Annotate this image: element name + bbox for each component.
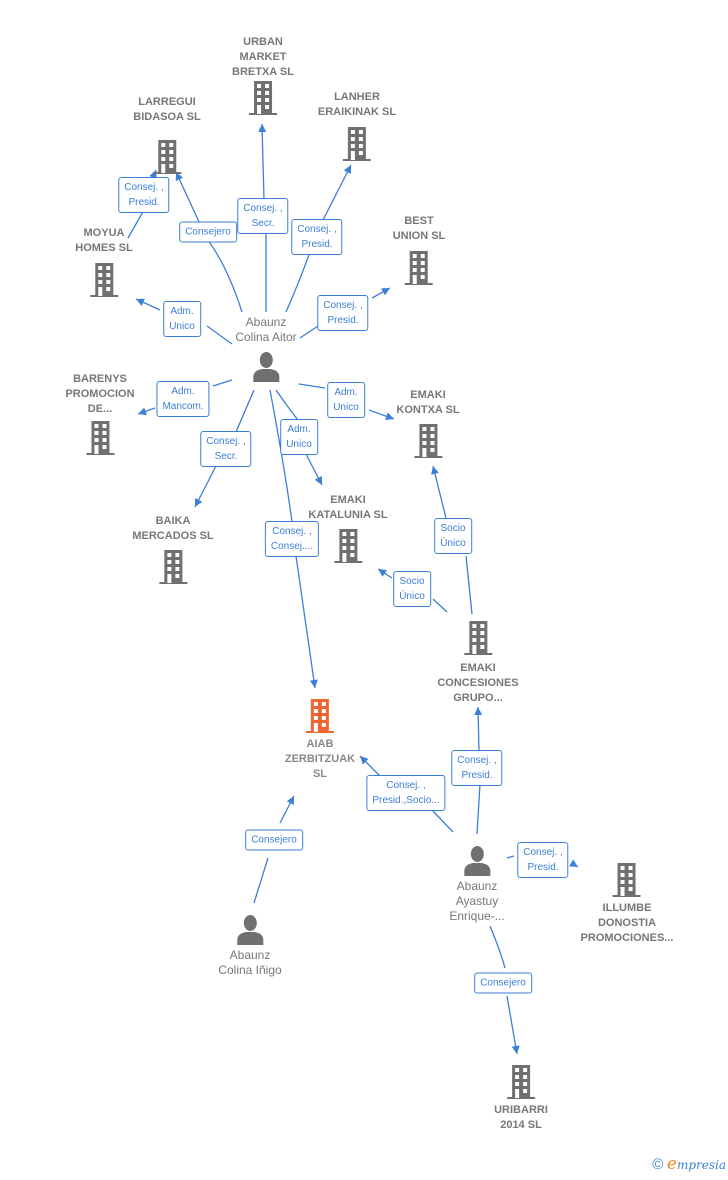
building-icon: [153, 140, 181, 174]
node-label: EMAKI KATALUNIA SL: [308, 494, 388, 521]
node-urban-market-bretxa[interactable]: URBAN MARKET BRETXA SL: [232, 35, 294, 116]
node-label: MOYUA HOMES SL: [75, 227, 133, 254]
building-icon: [86, 421, 114, 455]
edge-label[interactable]: Consej. , Presid.: [291, 219, 343, 255]
edge-label[interactable]: Consej. , Consej....: [264, 521, 320, 557]
edge-label[interactable]: Adm. Unico: [327, 382, 365, 418]
brand-initial: e: [666, 1154, 677, 1174]
edge-label[interactable]: Consejero: [245, 829, 303, 851]
node-moyua-homes[interactable]: MOYUA HOMES SL: [75, 226, 133, 298]
node-label: URIBARRI 2014 SL: [494, 1104, 548, 1131]
brand-name: mpresia: [676, 1158, 726, 1172]
building-icon: [414, 424, 442, 458]
node-label: BAIKA MERCADOS SL: [132, 515, 214, 542]
edge-label[interactable]: Consejero: [179, 221, 237, 243]
node-person-abaunz-colina-inigo[interactable]: Abaunz Colina Iñigo: [218, 914, 282, 978]
building-icon: [342, 127, 371, 161]
arrowhead-icon: [138, 407, 147, 416]
building-icon: [89, 263, 118, 297]
arrowhead-icon: [511, 1045, 520, 1054]
edge-label[interactable]: Consejero: [474, 972, 532, 994]
arrowhead-icon: [378, 569, 387, 577]
edge-label[interactable]: Consej. , Presid.: [118, 177, 170, 213]
node-illumbe-donostia[interactable]: ILLUMBE DONOSTIA PROMOCIONES...: [580, 862, 674, 946]
node-emaki-concesiones[interactable]: EMAKI CONCESIONES GRUPO...: [437, 620, 519, 706]
node-label: URBAN MARKET BRETXA SL: [232, 36, 294, 78]
node-label: BARENYS PROMOCION DE...: [65, 373, 135, 415]
node-label: Abaunz Colina Aitor: [235, 315, 297, 344]
copyright-icon: ©: [652, 1156, 664, 1173]
node-main-aiab-zerbitzuak[interactable]: AIAB ZERBITZUAK SL: [285, 698, 355, 782]
edge-label[interactable]: Adm. Mancom.: [156, 381, 210, 417]
node-label: LANHER ERAIKINAK SL: [317, 91, 397, 118]
arrowhead-icon: [258, 124, 267, 133]
node-label: EMAKI CONCESIONES GRUPO...: [437, 662, 519, 704]
node-emaki-kontxa[interactable]: EMAKI KONTXA SL: [396, 388, 460, 459]
edge-label[interactable]: Adm. Unico: [163, 301, 201, 337]
edge-label[interactable]: Consej. , Presid.,Socio...: [366, 775, 446, 811]
node-emaki-katalunia[interactable]: EMAKI KATALUNIA SL: [308, 493, 388, 564]
edge-label[interactable]: Adm. Unico: [280, 419, 318, 455]
arrowhead-icon: [431, 466, 439, 475]
arrowhead-icon: [309, 679, 318, 688]
edge-label[interactable]: Consej. , Secr.: [237, 198, 289, 234]
node-label: LARREGUI BIDASOA SL: [133, 96, 201, 123]
edge-label[interactable]: Consej. , Presid.: [317, 295, 369, 331]
node-uribarri-2014[interactable]: URIBARRI 2014 SL: [494, 1064, 548, 1133]
node-lanher-eraikinak[interactable]: LANHER ERAIKINAK SL: [318, 90, 396, 162]
edge-label[interactable]: Socio Único: [393, 571, 431, 607]
node-baika-mercados[interactable]: BAIKA MERCADOS SL: [132, 514, 214, 585]
arrowhead-icon: [569, 859, 578, 867]
node-label: AIAB ZERBITZUAK SL: [284, 738, 356, 780]
arrowhead-icon: [474, 707, 483, 716]
relationship-edges: [127, 123, 579, 1055]
node-larregui-bidasoa[interactable]: LARREGUI BIDASOA SL: [133, 95, 201, 175]
person-icon: [463, 846, 490, 876]
node-label: EMAKI KONTXA SL: [396, 389, 460, 416]
node-person-abaunz-ayastuy-enrique[interactable]: Abaunz Ayastuy Enrique-...: [449, 845, 505, 924]
edge-label[interactable]: Consej. , Presid.: [517, 842, 569, 878]
node-label: Abaunz Colina Iñigo: [218, 948, 282, 977]
node-barenys-promocion[interactable]: BARENYS PROMOCION DE...: [65, 372, 135, 456]
empresia-brand[interactable]: © empresia: [652, 1154, 726, 1174]
person-icon: [253, 352, 279, 382]
person-icon: [237, 915, 263, 945]
building-icon: [306, 699, 334, 733]
edge-label[interactable]: Consej. , Presid.: [451, 750, 503, 786]
node-label: ILLUMBE DONOSTIA PROMOCIONES...: [580, 902, 674, 944]
node-label: Abaunz Ayastuy Enrique-...: [449, 879, 505, 923]
building-icon: [463, 621, 492, 655]
edge-label[interactable]: Socio Único: [434, 518, 472, 554]
node-person-abaunz-colina-aitor[interactable]: Abaunz Colina Aitor: [235, 315, 297, 383]
building-icon: [249, 81, 277, 115]
edge-label[interactable]: Consej. , Secr.: [200, 431, 252, 467]
building-icon: [333, 529, 362, 563]
node-best-union[interactable]: BEST UNION SL: [392, 214, 446, 286]
building-icon: [159, 550, 187, 584]
building-icon: [507, 1065, 535, 1099]
node-label: BEST UNION SL: [392, 215, 446, 242]
building-icon: [405, 251, 433, 285]
building-icon: [613, 863, 641, 897]
